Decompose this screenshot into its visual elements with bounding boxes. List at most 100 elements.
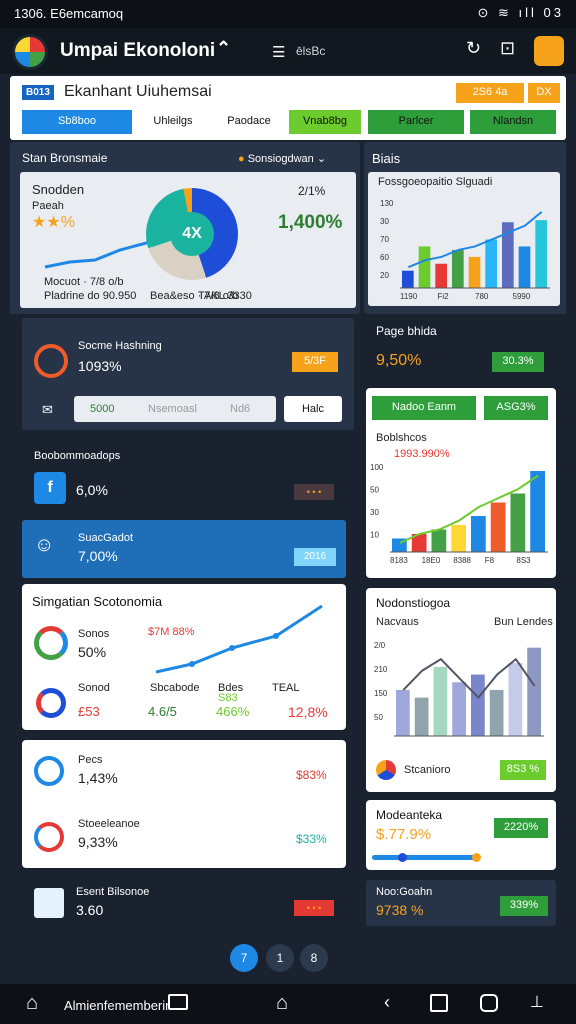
chart-bar <box>471 674 485 736</box>
mod-slider-thumb[interactable] <box>398 853 407 862</box>
nod-title: Nodonstiogoa <box>376 596 451 610</box>
chart-bar <box>485 239 497 288</box>
mod-card: Modeanteka $.77.9% 2220% <box>366 800 556 870</box>
bag-nav-icon[interactable] <box>480 994 498 1012</box>
sim-value-4: 466% <box>216 704 250 719</box>
overview-line <box>44 240 151 269</box>
x-tick: 18E0 <box>422 556 441 565</box>
square-icon[interactable] <box>430 994 448 1012</box>
sim-value-5: 12,8% <box>288 704 328 720</box>
sim-label-3: Sbcabode <box>150 682 200 694</box>
card4-title: SuacGadot <box>78 532 134 544</box>
chart-bar <box>418 246 431 288</box>
app-f-icon: f <box>34 472 66 504</box>
menu-icon[interactable]: ☰ <box>272 43 285 61</box>
x-tick: 5990 <box>513 292 531 301</box>
segment-2[interactable]: Nsemoasl <box>148 403 197 415</box>
bottom-label: Almienfememberir <box>64 998 170 1013</box>
overview-row1: Mocuot · 7/8 o/b <box>44 276 124 288</box>
hashing-badge[interactable]: 5/3F <box>292 352 338 372</box>
list-item-1-right: $83% <box>296 768 327 782</box>
chart-bar <box>431 529 447 552</box>
halc-button[interactable]: Halc <box>284 396 342 422</box>
dropdown-label: Sonsiogdwan <box>247 153 314 165</box>
x-tick: 780 <box>475 292 489 301</box>
nod-legend: Stcanioro <box>404 764 451 776</box>
tab-5[interactable]: Parlcer <box>368 110 464 134</box>
mod-badge: 2220% <box>494 818 548 838</box>
chart-bar <box>452 249 464 288</box>
bag-icon[interactable]: ⊡ <box>500 38 515 59</box>
back-icon[interactable]: ‹ <box>384 992 390 1013</box>
overview-dropdown[interactable]: ● Sonsiogdwan ⌄ <box>238 152 326 165</box>
overview-big-value: 1,400% <box>278 212 343 233</box>
chart-bar <box>530 471 545 552</box>
sim-label-1: Sonos <box>78 628 110 640</box>
chart-bar <box>451 525 466 552</box>
clock-icon <box>34 756 64 786</box>
list-item-2-value: 9,33% <box>78 834 118 850</box>
segment-1[interactable]: 5000 <box>90 403 114 415</box>
tab-6[interactable]: Nlandsn <box>470 110 556 134</box>
page-button-3[interactable]: 8 <box>300 944 328 972</box>
mod-title: Modeanteka <box>376 808 443 822</box>
x-tick: Fi2 <box>438 292 450 301</box>
home-icon[interactable]: ⌂ <box>26 992 38 1015</box>
mod-slider-thumb-2[interactable] <box>472 853 481 862</box>
mod-value: $.77.9% <box>376 826 432 843</box>
more-icon[interactable]: ⊥ <box>530 992 544 1012</box>
bias-card: Fossgoeopaitio Slguadi 130 30 70 60 20 1190 Fi… <box>368 172 560 306</box>
overview-card: Snodden Paeah ★★% Mocuot · 7/8 o/b Pladr… <box>20 172 356 308</box>
sim-value-3: 4.6/5 <box>148 704 177 719</box>
nurture-badge: ASG3% <box>484 396 548 420</box>
nomb-value: 9738 % <box>376 902 424 918</box>
header-title: Ekanhant Uiuhemsai <box>64 83 212 100</box>
header-button-2[interactable]: DX <box>528 83 560 103</box>
chat-icon[interactable] <box>168 994 188 1010</box>
chevron-up-icon[interactable]: ⌃ <box>216 38 231 59</box>
y-tick: 210 <box>374 665 388 674</box>
page-button-2[interactable]: 1 <box>266 944 294 972</box>
header-button[interactable]: 2S6 4a <box>456 83 524 103</box>
energy-badge: • • • <box>294 900 334 916</box>
chart-bar <box>490 502 506 552</box>
building-icon[interactable]: ⌂ <box>276 992 288 1015</box>
bias-title: Biais <box>372 151 401 166</box>
overview-footer-2: TAKL 3330 <box>198 290 252 302</box>
chart-bar <box>402 270 414 288</box>
tab-3[interactable]: Paodace <box>214 110 284 134</box>
mail-icon[interactable]: ✉ <box>42 402 53 418</box>
tab-4[interactable]: Vnab8bg <box>289 110 361 134</box>
tab-2[interactable]: Uhleilgs <box>138 110 208 134</box>
chart-bar <box>508 663 523 736</box>
segment-3[interactable]: Nd6 <box>230 403 250 415</box>
tab-1[interactable]: Sb8boo <box>22 110 132 134</box>
nod-chart: 2/0 210 150 50 <box>374 641 544 737</box>
menu-label: ēlsBc <box>296 44 326 58</box>
list-item-2-right: $33% <box>296 832 327 846</box>
y-tick: 10 <box>370 531 379 540</box>
card4[interactable]: ☺ SuacGadot 7,00% 2016 <box>22 520 346 578</box>
x-tick: 1190 <box>400 292 418 301</box>
nurture-button[interactable]: Nadoo Eanm <box>372 396 476 420</box>
card3-title: Boobommoadops <box>34 450 121 462</box>
chart-bar <box>535 220 547 288</box>
hashing-title: Socme Hashning <box>78 340 162 352</box>
chevron-down-icon: ⌄ <box>316 153 327 165</box>
mod-slider[interactable] <box>372 855 478 860</box>
sim-value-1: 50% <box>78 644 107 660</box>
page-button-1[interactable]: 7 <box>230 944 258 972</box>
x-tick: 8183 <box>390 556 408 565</box>
list-item-1-value: 1,43% <box>78 770 118 786</box>
star-rating: ★★% <box>32 214 75 231</box>
overview-panel: Stan Bronsmaie ● Sonsiogdwan ⌄ Snodden P… <box>10 142 360 314</box>
nod-badge: 8S3 % <box>500 760 546 780</box>
refresh-icon[interactable]: ↻ <box>466 38 481 59</box>
sim-title: Simgatian Scotonomia <box>32 594 163 609</box>
ring-icon <box>36 688 66 718</box>
profile-icon[interactable] <box>534 36 564 66</box>
status-time: 1306. E6emcamoq <box>14 6 124 21</box>
sim-label-2: Sonod <box>78 682 110 694</box>
nomb-title: Noo:Goahn <box>376 886 433 898</box>
chart-bar <box>452 682 466 736</box>
